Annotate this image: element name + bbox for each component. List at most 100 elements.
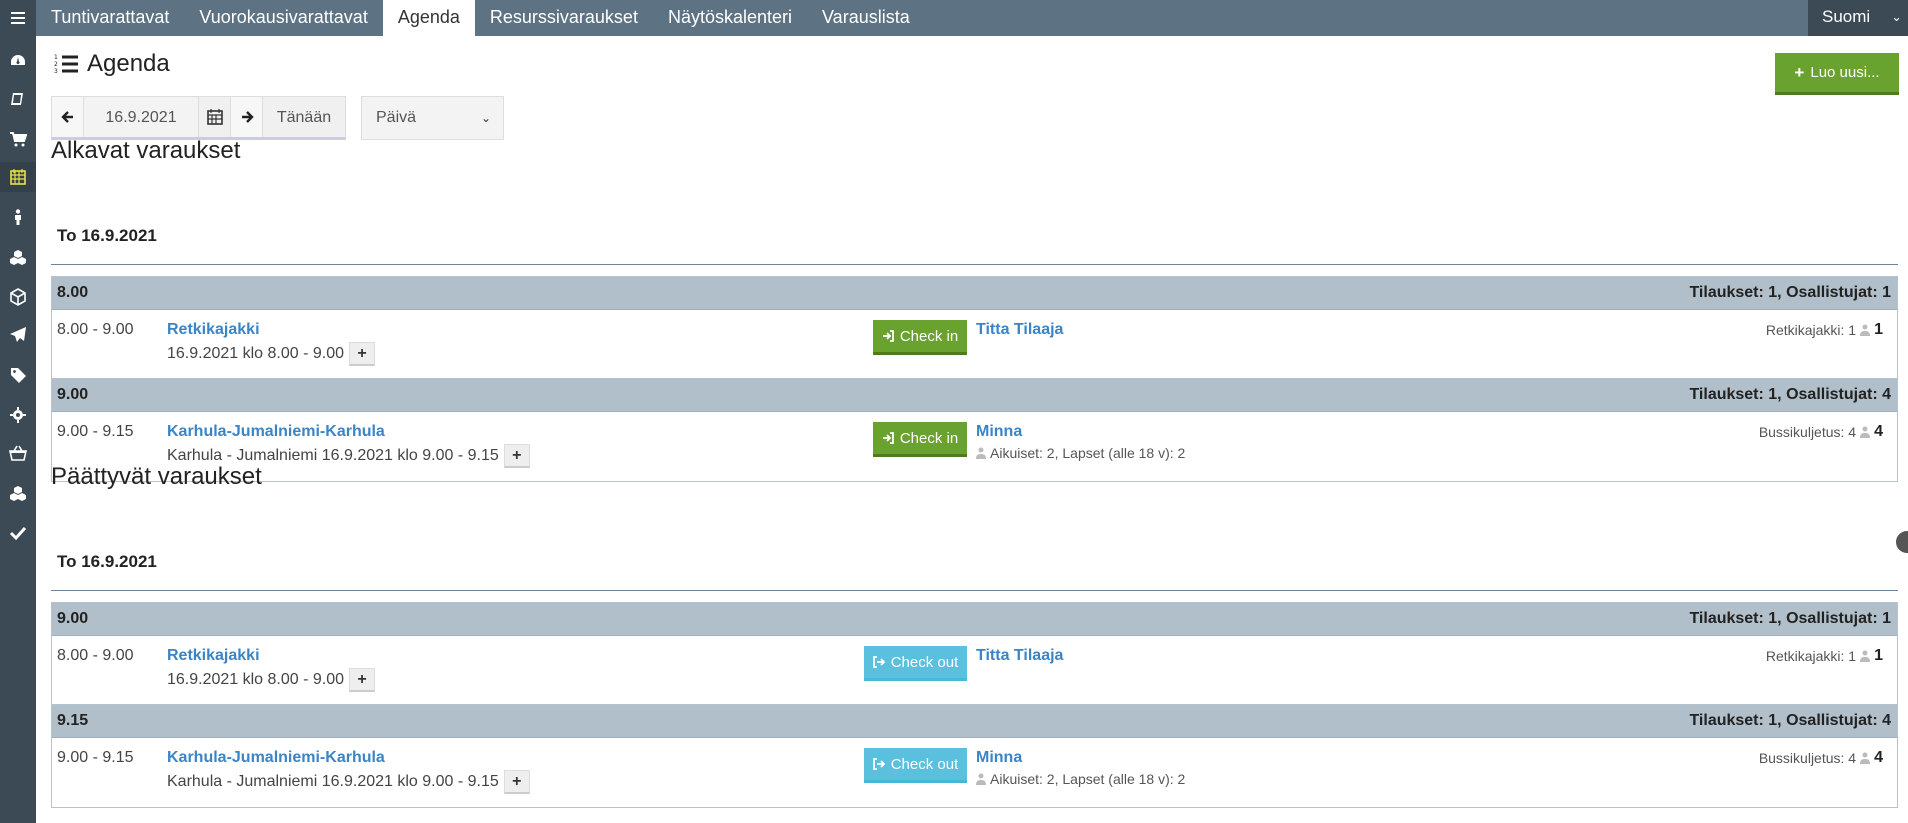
tab-agenda[interactable]: Agenda — [382, 0, 475, 36]
main-tabs: Tuntivarattavat Vuorokausivarattavat Age… — [36, 0, 925, 36]
check-out-button[interactable]: Check out — [864, 646, 967, 681]
expand-plus-button[interactable]: + — [503, 444, 530, 468]
booking-name-link[interactable]: Retkikajakki — [167, 321, 260, 339]
group-time: 9.15 — [57, 712, 89, 729]
sign-in-icon — [882, 330, 894, 342]
basket-icon[interactable] — [0, 438, 36, 468]
booking-name-link[interactable]: Retkikajakki — [167, 647, 260, 665]
cubes-icon[interactable] — [0, 242, 36, 272]
tab-resurssivaraukset[interactable]: Resurssivaraukset — [475, 0, 653, 36]
book-icon[interactable] — [0, 84, 36, 114]
calendar-picker-button[interactable] — [199, 97, 231, 137]
booking-name-link[interactable]: Karhula-Jumalniemi-Karhula — [167, 749, 385, 767]
time-group-header: 9.15 Tilaukset: 1, Osallistujat: 4 — [52, 705, 1897, 738]
language-selector[interactable]: Suomi ⌄ — [1808, 0, 1908, 36]
time-group-header: 9.00 Tilaukset: 1, Osallistujat: 1 — [52, 603, 1897, 636]
participant-count: 1 — [1874, 321, 1883, 338]
group-summary: Tilaukset: 1, Osallistujat: 4 — [1689, 386, 1891, 403]
booking-time: 8.00 - 9.00 — [57, 321, 134, 338]
tab-vuorokausivarattavat[interactable]: Vuorokausivarattavat — [184, 0, 382, 36]
create-new-button[interactable]: + Luo uusi... — [1775, 53, 1899, 95]
booking-details: 16.9.2021 klo 8.00 - 9.00 + — [167, 342, 376, 366]
booking-name-link[interactable]: Karhula-Jumalniemi-Karhula — [167, 423, 385, 441]
booking-details: Karhula - Jumalniemi 16.9.2021 klo 9.00 … — [167, 770, 530, 794]
calendar-icon[interactable] — [0, 162, 36, 192]
booking-details-text: Karhula - Jumalniemi 16.9.2021 klo 9.00 … — [167, 773, 499, 790]
person-icon[interactable] — [0, 202, 36, 232]
booking-row: 8.00 - 9.00 Retkikajakki 16.9.2021 klo 8… — [52, 310, 1897, 379]
resource-summary: Bussikuljetus: 4 4 — [1759, 423, 1883, 441]
tab-naytoskalenteri[interactable]: Näytöskalenteri — [653, 0, 807, 36]
page-title: 1 2 3 Agenda — [53, 50, 170, 78]
customer-link[interactable]: Titta Tilaaja — [976, 647, 1063, 665]
top-navbar: Tuntivarattavat Vuorokausivarattavat Age… — [0, 0, 1908, 36]
time-group-header: 8.00 Tilaukset: 1, Osallistujat: 1 — [52, 277, 1897, 310]
participant-breakdown: Aikuiset: 2, Lapset (alle 18 v): 2 — [976, 771, 1185, 787]
participant-count: 4 — [1874, 423, 1883, 440]
tab-tuntivarattavat[interactable]: Tuntivarattavat — [36, 0, 184, 36]
group-summary: Tilaukset: 1, Osallistujat: 1 — [1689, 610, 1891, 627]
customer-link[interactable]: Titta Tilaaja — [976, 321, 1063, 339]
group-summary: Tilaukset: 1, Osallistujat: 4 — [1689, 712, 1891, 729]
ordered-list-icon: 1 2 3 — [54, 54, 78, 75]
date-toolbar: 16.9.2021 Tänään Päivä ⌄ — [51, 96, 504, 140]
date-input[interactable]: 16.9.2021 — [84, 97, 199, 137]
participant-breakdown-text: Aikuiset: 2, Lapset (alle 18 v): 2 — [990, 445, 1186, 461]
person-icon — [1860, 650, 1871, 662]
day-divider — [51, 590, 1898, 591]
cube-icon[interactable] — [0, 282, 36, 312]
expand-plus-button[interactable]: + — [349, 342, 376, 366]
participant-count: 4 — [1874, 749, 1883, 766]
starting-bookings-table: 8.00 Tilaukset: 1, Osallistujat: 1 8.00 … — [51, 276, 1898, 482]
expand-plus-button[interactable]: + — [503, 770, 530, 794]
today-button[interactable]: Tänään — [263, 97, 345, 137]
gear-icon[interactable] — [0, 400, 36, 430]
booking-time: 9.00 - 9.15 — [57, 423, 134, 440]
resource-summary: Bussikuljetus: 4 4 — [1759, 749, 1883, 767]
resource-summary: Retkikajakki: 1 1 — [1766, 321, 1883, 339]
hamburger-menu-icon[interactable] — [0, 0, 36, 36]
cart-icon[interactable] — [0, 124, 36, 154]
sign-out-icon — [872, 758, 885, 770]
sidebar — [0, 36, 36, 823]
tab-varauslista[interactable]: Varauslista — [807, 0, 925, 36]
group-time: 8.00 — [57, 284, 89, 301]
booking-time: 8.00 - 9.00 — [57, 647, 134, 664]
resource-summary: Retkikajakki: 1 1 — [1766, 647, 1883, 665]
send-icon[interactable] — [0, 320, 36, 350]
check-out-button[interactable]: Check out — [864, 748, 967, 783]
resource-count-label: Bussikuljetus: 4 — [1758, 750, 1857, 766]
resource-count-label: Retkikajakki: 1 — [1765, 322, 1857, 338]
chevron-down-icon: ⌄ — [1891, 9, 1902, 24]
check-in-button[interactable]: Check in — [873, 422, 967, 457]
customer-link[interactable]: Minna — [976, 749, 1022, 767]
side-panel-toggle[interactable] — [1896, 531, 1908, 553]
person-icon — [976, 447, 986, 459]
booking-time: 9.00 - 9.15 — [57, 749, 134, 766]
svg-text:1: 1 — [54, 54, 58, 61]
previous-day-button[interactable] — [52, 97, 84, 137]
sign-in-icon — [882, 432, 894, 444]
cubes-icon-2[interactable] — [0, 478, 36, 508]
starting-section-title: Alkavat varaukset — [51, 137, 241, 164]
ending-day-title: To 16.9.2021 — [57, 552, 157, 571]
resource-count-label: Bussikuljetus: 4 — [1758, 424, 1857, 440]
person-icon — [1860, 324, 1871, 336]
page-title-text: Agenda — [87, 50, 170, 77]
expand-plus-button[interactable]: + — [349, 668, 376, 692]
dashboard-icon[interactable] — [0, 46, 36, 76]
arrow-right-icon — [241, 111, 254, 123]
starting-day-title: To 16.9.2021 — [57, 226, 157, 245]
check-icon[interactable] — [0, 518, 36, 548]
person-icon — [976, 773, 986, 785]
person-icon — [1860, 752, 1871, 764]
customer-link[interactable]: Minna — [976, 423, 1022, 441]
tag-icon[interactable] — [0, 360, 36, 390]
next-day-button[interactable] — [231, 97, 263, 137]
day-divider — [51, 264, 1898, 265]
check-in-button[interactable]: Check in — [873, 320, 967, 355]
check-in-label: Check in — [899, 327, 959, 345]
booking-details-text: 16.9.2021 klo 8.00 - 9.00 — [167, 671, 345, 688]
view-select[interactable]: Päivä ⌄ — [361, 96, 504, 140]
booking-details: 16.9.2021 klo 8.00 - 9.00 + — [167, 668, 376, 692]
